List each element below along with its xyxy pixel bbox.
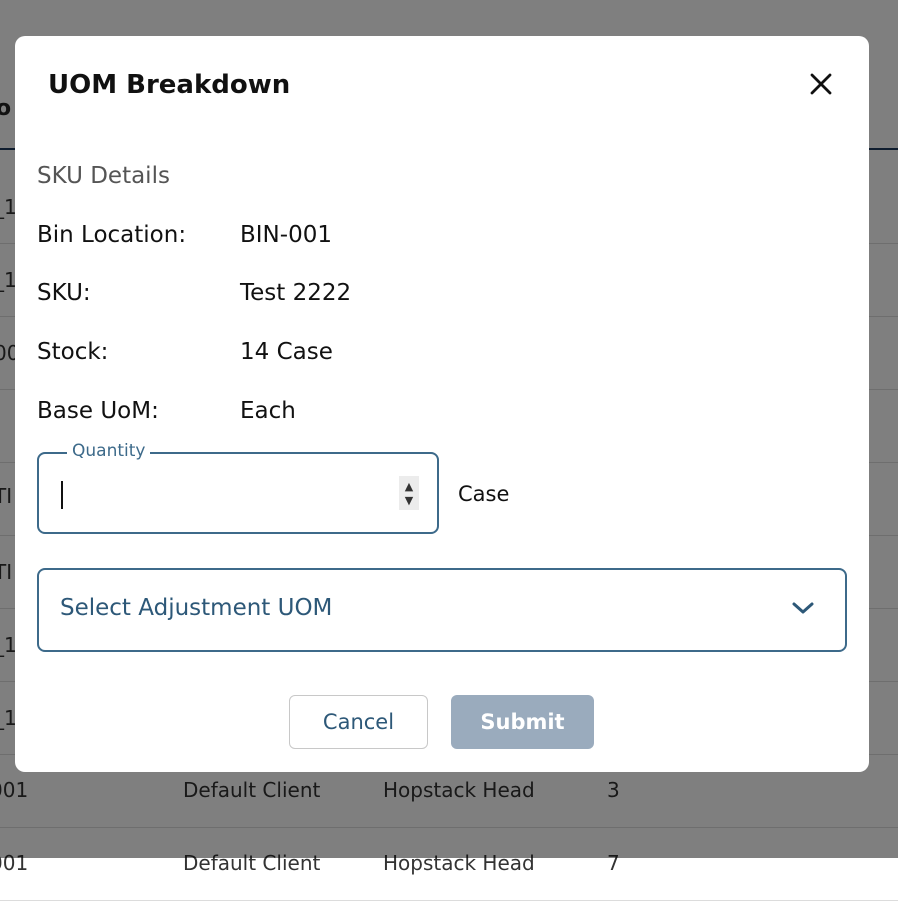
sku-label: SKU:: [37, 280, 91, 306]
bin-location-label: Bin Location:: [37, 222, 187, 248]
dialog-title: UOM Breakdown: [48, 70, 291, 100]
quantity-input[interactable]: [57, 470, 401, 518]
bin-location-value: BIN-001: [240, 222, 332, 248]
base-uom-label: Base UoM:: [37, 398, 159, 424]
quantity-stepper[interactable]: ▲ ▼: [399, 476, 419, 510]
text-caret: [61, 481, 63, 509]
cancel-button[interactable]: Cancel: [289, 695, 428, 749]
base-uom-value: Each: [240, 398, 296, 424]
uom-breakdown-dialog: UOM Breakdown SKU Details Bin Location: …: [15, 36, 869, 772]
stock-value: 14 Case: [240, 339, 333, 365]
chevron-down-icon: [792, 602, 814, 614]
quantity-unit: Case: [458, 482, 510, 506]
quantity-field[interactable]: Quantity ▲ ▼: [37, 441, 439, 534]
close-button[interactable]: [803, 64, 839, 104]
uom-select-placeholder: Select Adjustment UOM: [60, 595, 333, 621]
section-title: SKU Details: [37, 163, 170, 189]
submit-button[interactable]: Submit: [451, 695, 594, 749]
adjustment-uom-select[interactable]: Select Adjustment UOM: [37, 568, 847, 652]
sku-value: Test 2222: [240, 280, 352, 306]
decrement-icon[interactable]: ▼: [405, 495, 413, 506]
increment-icon[interactable]: ▲: [405, 481, 413, 492]
quantity-label: Quantity: [67, 441, 151, 461]
close-icon: [810, 73, 832, 95]
stock-label: Stock:: [37, 339, 109, 365]
